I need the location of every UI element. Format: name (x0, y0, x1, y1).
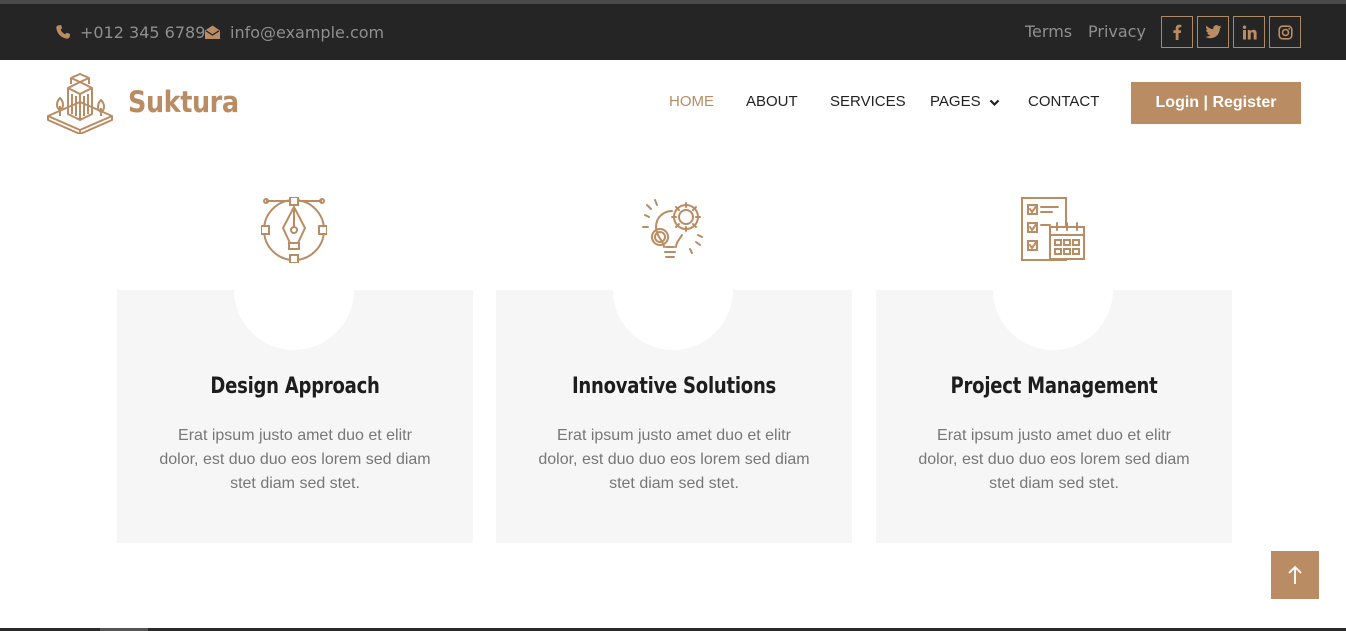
service-card-design: Design Approach Erat ipsum justo amet du… (117, 197, 473, 543)
card-description: Erat ipsum justo amet duo et elitr dolor… (159, 427, 431, 492)
twitter-icon (1204, 25, 1221, 39)
service-card-innovative: Innovative Solutions Erat ipsum justo am… (496, 199, 852, 543)
main-navbar: Suktura HOME ABOUT SERVICES PAGES CONTAC… (0, 60, 1346, 146)
facebook-icon (1173, 24, 1182, 40)
instagram-icon (1277, 24, 1293, 40)
nav-services[interactable]: SERVICES (830, 60, 906, 144)
nav-pages-dropdown[interactable]: PAGES (930, 60, 1000, 144)
privacy-link[interactable]: Privacy (1088, 4, 1146, 60)
phone-number: +012 345 6789 (80, 22, 206, 42)
back-to-top-button[interactable] (1271, 551, 1319, 599)
topbar: +012 345 6789 info@example.com Terms Pri… (0, 4, 1346, 60)
email-address: info@example.com (230, 22, 385, 42)
login-register-button[interactable]: Login | Register (1131, 82, 1301, 124)
arrow-up-icon (1288, 565, 1302, 584)
card-title: Design Approach (210, 374, 380, 399)
building-icon (47, 73, 113, 134)
nav-contact[interactable]: CONTACT (1028, 60, 1099, 144)
card-description: Erat ipsum justo amet duo et elitr dolor… (538, 427, 810, 492)
card-icon-circle (993, 197, 1113, 350)
topbar-email[interactable]: info@example.com (204, 4, 384, 60)
linkedin-button[interactable] (1233, 16, 1265, 48)
topbar-phone[interactable]: +012 345 6789 (55, 4, 205, 60)
lightbulb-gear-icon (642, 199, 703, 258)
phone-icon (56, 25, 70, 39)
brand-logo-link[interactable]: Suktura (46, 70, 254, 134)
instagram-button[interactable] (1269, 16, 1301, 48)
card-title: Innovative Solutions (571, 374, 777, 399)
chevron-down-icon (989, 99, 999, 107)
nav-home[interactable]: HOME (669, 60, 714, 144)
linkedin-icon (1242, 25, 1257, 39)
brand-name: Suktura (128, 85, 239, 119)
facebook-button[interactable] (1161, 16, 1193, 48)
pen-tool-icon (261, 197, 327, 263)
envelope-open-icon (205, 25, 220, 39)
card-icon-circle (234, 197, 354, 350)
card-title: Project Management (950, 374, 1158, 399)
checklist-calendar-icon (1021, 197, 1085, 261)
nav-pages-label: PAGES (930, 93, 981, 110)
service-card-project: Project Management Erat ipsum justo amet… (876, 197, 1232, 543)
terms-link[interactable]: Terms (1025, 4, 1072, 60)
nav-about[interactable]: ABOUT (746, 60, 798, 144)
twitter-button[interactable] (1197, 16, 1229, 48)
card-description: Erat ipsum justo amet duo et elitr dolor… (918, 427, 1190, 492)
card-icon-circle (613, 199, 733, 350)
